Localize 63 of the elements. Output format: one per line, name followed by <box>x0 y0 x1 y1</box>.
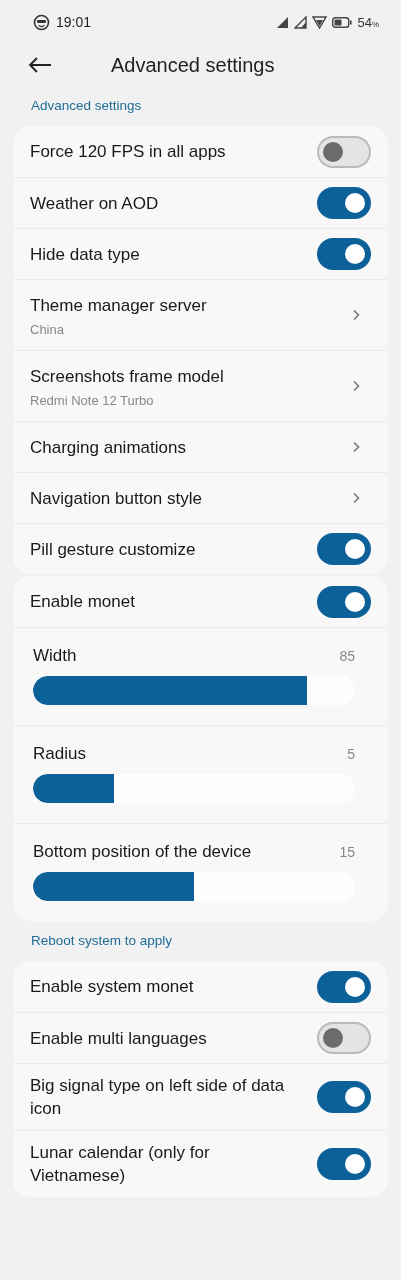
toggle-switch[interactable] <box>317 238 371 270</box>
chevron-icon <box>352 380 360 392</box>
wifi-icon <box>312 15 328 29</box>
setting-value: Redmi Note 12 Turbo <box>30 392 155 408</box>
setting-title: Enable multi languages <box>30 1027 207 1050</box>
setting-title: Navigation button style <box>30 487 202 510</box>
setting-title: Width <box>33 645 77 667</box>
slider-track[interactable] <box>33 872 355 901</box>
status-time: 19:01 <box>56 14 92 30</box>
setting-title: Radius <box>33 743 86 765</box>
signal-icon <box>276 15 290 29</box>
setting-title: Charging animations <box>30 436 186 459</box>
setting-title: Bottom position of the device <box>33 841 252 863</box>
setting-title: Enable system monet <box>30 976 194 998</box>
setting-title: Force 120 FPS in all apps <box>30 141 226 163</box>
setting-row[interactable]: Radius 5 <box>13 725 388 823</box>
emoji-icon <box>33 13 50 31</box>
setting-row[interactable]: Force 120 FPS in all apps <box>13 126 388 177</box>
setting-row[interactable]: Enable system monet <box>13 961 388 1012</box>
battery-percent: 54% <box>357 14 379 30</box>
toggle-switch[interactable] <box>317 187 371 219</box>
setting-title: Big signal type on left side of data icon <box>30 1075 286 1120</box>
setting-row[interactable]: Screenshots frame model Redmi Note 12 Turbo <box>13 350 388 421</box>
slider-value: 85 <box>339 647 355 664</box>
setting-row[interactable]: Enable multi languages <box>13 1012 388 1063</box>
toggle-switch[interactable] <box>317 970 371 1003</box>
toggle-switch[interactable] <box>317 1081 371 1113</box>
setting-title: Enable monet <box>30 591 135 613</box>
setting-row[interactable]: Navigation button style <box>13 472 388 523</box>
battery-icon <box>332 16 353 28</box>
setting-row[interactable]: Theme manager server China <box>13 279 388 350</box>
slider-value: 5 <box>347 745 355 762</box>
setting-title: Theme manager server <box>30 294 207 317</box>
section-label: Advanced settings <box>30 97 143 115</box>
chevron-icon <box>352 441 360 453</box>
setting-row[interactable]: Lunar calendar (only for Vietnamese) <box>13 1130 388 1197</box>
page-title: Advanced settings <box>111 53 275 77</box>
setting-row[interactable]: Weather on AOD <box>13 177 388 228</box>
toggle-switch[interactable] <box>317 585 371 618</box>
setting-row[interactable]: Big signal type on left side of data icon <box>13 1063 388 1130</box>
toggle-switch[interactable] <box>317 533 371 565</box>
toggle-switch[interactable] <box>317 1148 371 1180</box>
back-button[interactable] <box>26 55 54 75</box>
setting-row[interactable]: Charging animations <box>13 421 388 472</box>
setting-row[interactable]: Bottom position of the device 15 <box>13 823 388 921</box>
chevron-icon <box>352 309 360 321</box>
toggle-switch[interactable] <box>317 1022 371 1054</box>
slider-value: 15 <box>339 843 355 860</box>
section-label: Reboot system to apply <box>30 932 174 950</box>
setting-value: China <box>30 321 65 337</box>
slider-track[interactable] <box>33 774 355 803</box>
chevron-icon <box>352 492 360 504</box>
setting-row[interactable]: Pill gesture customize <box>13 523 388 574</box>
setting-title: Lunar calendar (only for Vietnamese) <box>30 1142 211 1187</box>
setting-row[interactable]: Hide data type <box>13 228 388 279</box>
setting-title: Weather on AOD <box>30 192 159 215</box>
setting-title: Screenshots frame model <box>30 365 224 388</box>
setting-row[interactable]: Width 85 <box>13 627 388 725</box>
toggle-switch[interactable] <box>317 135 371 168</box>
signal-icon <box>294 15 308 29</box>
setting-title: Pill gesture customize <box>30 538 196 561</box>
setting-row[interactable]: Enable monet <box>13 576 388 627</box>
setting-title: Hide data type <box>30 243 140 266</box>
